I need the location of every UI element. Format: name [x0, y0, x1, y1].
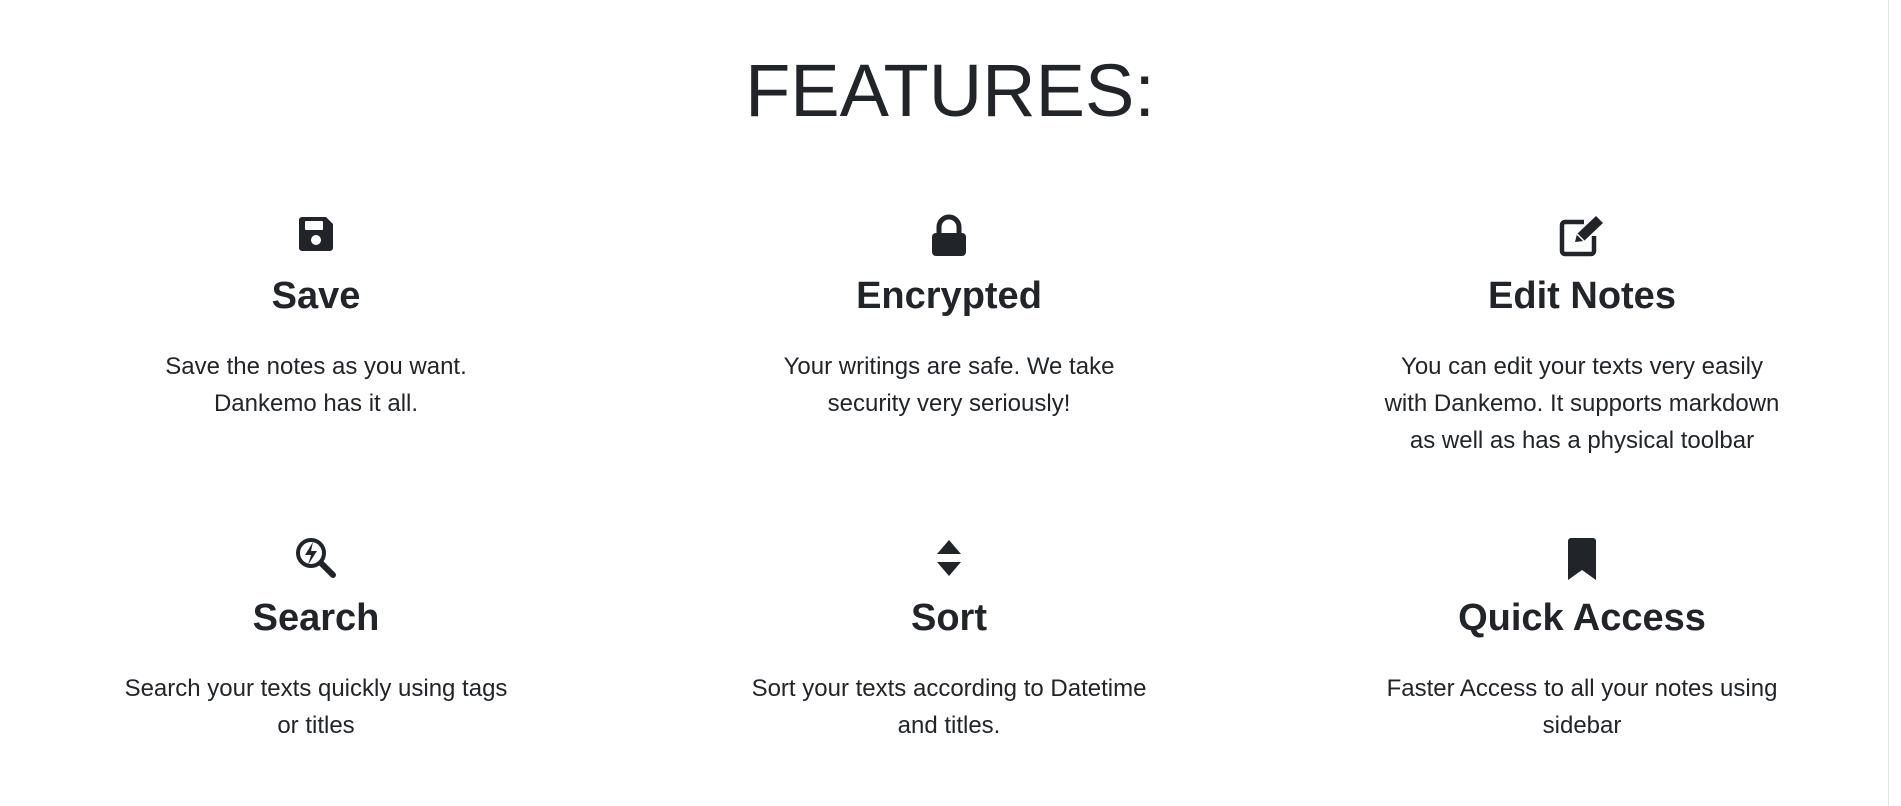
feature-title: Sort	[911, 597, 987, 639]
feature-description: Faster Access to all your notes using si…	[1386, 674, 1778, 739]
floppy-disk-icon	[81, 214, 551, 270]
feature-encrypted: Encrypted Your writings are safe. We tak…	[714, 214, 1184, 422]
lock-icon	[714, 214, 1184, 270]
feature-edit-notes: Edit Notes You can edit your texts very …	[1347, 214, 1817, 459]
feature-title: Encrypted	[856, 275, 1042, 317]
feature-sort: Sort Sort your texts according to Dateti…	[714, 536, 1184, 744]
bookmark-icon	[1347, 536, 1817, 592]
features-page: FEATURES: Save Save the notes as you wan…	[0, 0, 1888, 806]
feature-description: Save the notes as you want. Dankemo has …	[165, 352, 467, 417]
feature-save: Save Save the notes as you want. Dankemo…	[81, 214, 551, 422]
page-scrollbar[interactable]	[1888, 0, 1901, 806]
feature-title: Search	[252, 597, 380, 639]
feature-search: Search Search your texts quickly using t…	[81, 536, 551, 744]
search-bolt-icon	[81, 536, 551, 592]
feature-title: Quick Access	[1458, 597, 1706, 639]
feature-description: Sort your texts according to Datetime an…	[751, 674, 1147, 739]
feature-description: You can edit your texts very easily with…	[1384, 352, 1780, 454]
sort-icon	[714, 536, 1184, 592]
feature-quick-access: Quick Access Faster Access to all your n…	[1347, 536, 1817, 744]
edit-icon	[1347, 214, 1817, 270]
feature-description: Search your texts quickly using tags or …	[124, 674, 508, 739]
feature-description: Your writings are safe. We take security…	[783, 352, 1115, 417]
features-title: FEATURES:	[745, 49, 1155, 132]
feature-title: Edit Notes	[1488, 275, 1676, 317]
feature-title: Save	[271, 275, 361, 317]
